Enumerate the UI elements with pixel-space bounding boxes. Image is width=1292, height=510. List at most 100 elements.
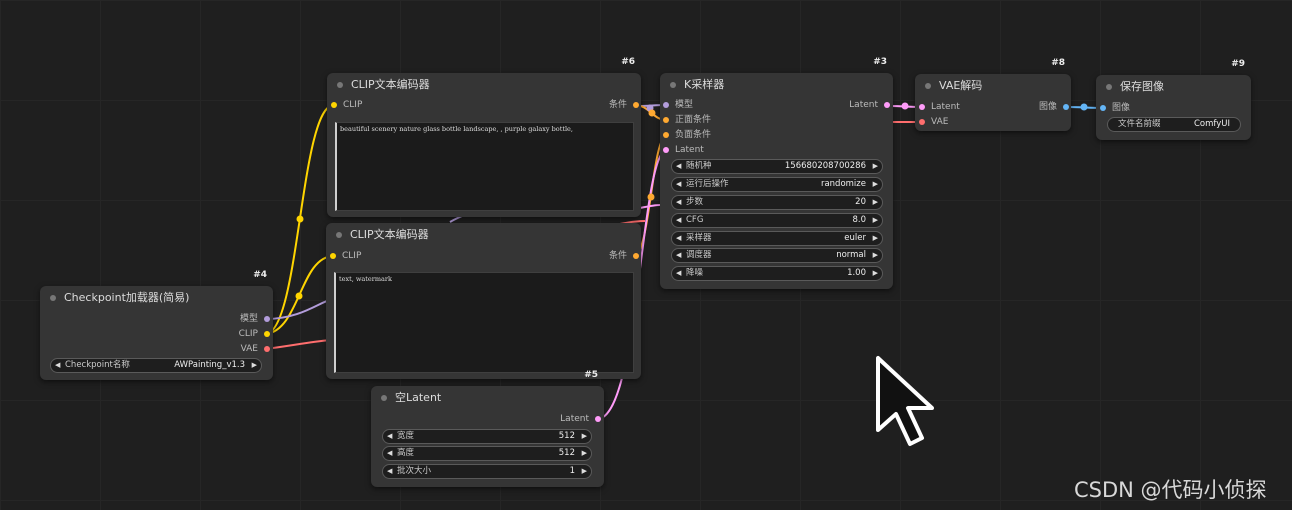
decrement-arrow-icon[interactable]: ◀ [676, 196, 681, 209]
port-dot[interactable] [919, 104, 925, 110]
input-model[interactable]: 模型 [661, 98, 693, 112]
port-dot[interactable] [663, 117, 669, 123]
output-latent[interactable]: Latent [849, 98, 892, 112]
port-label: Latent [560, 414, 589, 424]
checkpoint-name-selector[interactable]: ◀ Checkpoint名称 AWPainting_v1.3 ▶ [50, 358, 262, 373]
node-id: #8 [1051, 58, 1065, 68]
port-dot[interactable] [633, 253, 639, 259]
width-widget[interactable]: ◀ 宽度 512 ▶ [382, 429, 592, 444]
widget-label: CFG [686, 215, 704, 225]
output-conditioning[interactable]: 条件 [609, 249, 641, 263]
node-clip-text-encode-positive[interactable]: #6 CLIP文本编码器 CLIP 条件 beautiful scenery n… [327, 57, 641, 217]
widget-label: 宽度 [397, 431, 415, 441]
input-positive[interactable]: 正面条件 [661, 113, 711, 127]
decrement-arrow-icon[interactable]: ◀ [55, 359, 60, 372]
increment-arrow-icon[interactable]: ▶ [582, 430, 587, 443]
input-vae[interactable]: VAE [917, 115, 948, 129]
decrement-arrow-icon[interactable]: ◀ [676, 232, 681, 245]
seed-widget[interactable]: ◀ 随机种 156680208700286 ▶ [671, 159, 883, 174]
input-latent[interactable]: Latent [661, 143, 704, 157]
port-dot[interactable] [331, 102, 337, 108]
increment-arrow-icon[interactable]: ▶ [873, 232, 878, 245]
port-dot[interactable] [330, 253, 336, 259]
decrement-arrow-icon[interactable]: ◀ [676, 160, 681, 173]
node-title[interactable]: K采样器 [660, 73, 893, 97]
node-title[interactable]: VAE解码 [915, 74, 1071, 98]
port-dot[interactable] [1100, 105, 1106, 111]
port-dot[interactable] [919, 119, 925, 125]
output-latent[interactable]: Latent [560, 412, 603, 426]
node-empty-latent[interactable]: #5 空Latent Latent ◀ 宽度 512 ▶ ◀ 高度 512 ▶ … [371, 370, 604, 487]
wire-model-to-ksampler [265, 299, 331, 320]
decrement-arrow-icon[interactable]: ◀ [676, 178, 681, 191]
node-clip-text-encode-negative[interactable]: CLIP文本编码器 CLIP 条件 text, watermark [326, 223, 641, 379]
reroute-dot [295, 292, 303, 300]
batch-size-widget[interactable]: ◀ 批次大小 1 ▶ [382, 464, 592, 479]
port-label: VAE [931, 117, 949, 127]
decrement-arrow-icon[interactable]: ◀ [387, 430, 392, 443]
prompt-textarea[interactable]: text, watermark [334, 272, 634, 373]
port-dot[interactable] [595, 416, 601, 422]
increment-arrow-icon[interactable]: ▶ [873, 160, 878, 173]
prompt-textarea[interactable]: beautiful scenery nature glass bottle la… [335, 122, 634, 211]
control-after-generate-widget[interactable]: ◀ 运行后操作 randomize ▶ [671, 177, 883, 192]
port-dot[interactable] [884, 102, 890, 108]
increment-arrow-icon[interactable]: ▶ [873, 249, 878, 262]
increment-arrow-icon[interactable]: ▶ [582, 447, 587, 460]
node-checkpoint-loader[interactable]: #4 Checkpoint加载器(简易) 模型 CLIP VAE ◀ Check… [40, 270, 273, 380]
widget-value: euler [844, 233, 866, 243]
widget-value: 512 [558, 448, 575, 458]
widget-value: 8.0 [852, 215, 866, 225]
node-title[interactable]: CLIP文本编码器 [326, 223, 641, 247]
port-dot[interactable] [633, 102, 639, 108]
decrement-arrow-icon[interactable]: ◀ [387, 465, 392, 478]
node-title[interactable]: Checkpoint加载器(简易) [40, 286, 273, 310]
port-label: 模型 [239, 314, 258, 324]
port-dot[interactable] [264, 316, 270, 322]
denoise-widget[interactable]: ◀ 降噪 1.00 ▶ [671, 266, 883, 281]
cfg-widget[interactable]: ◀ CFG 8.0 ▶ [671, 213, 883, 228]
port-dot[interactable] [663, 132, 669, 138]
node-id: #5 [584, 370, 598, 380]
port-label: 条件 [608, 251, 627, 261]
decrement-arrow-icon[interactable]: ◀ [387, 447, 392, 460]
node-save-image[interactable]: #9 保存图像 图像 文件名前缀 ComfyUI [1096, 59, 1251, 140]
wire-vae-to-decode [265, 339, 331, 350]
output-clip[interactable]: CLIP [239, 327, 272, 341]
port-dot[interactable] [663, 147, 669, 153]
widget-label: 文件名前缀 [1118, 119, 1161, 129]
node-vae-decode[interactable]: #8 VAE解码 Latent VAE 图像 [915, 58, 1071, 131]
increment-arrow-icon[interactable]: ▶ [873, 178, 878, 191]
node-title[interactable]: CLIP文本编码器 [327, 73, 641, 97]
scheduler-widget[interactable]: ◀ 调度器 normal ▶ [671, 248, 883, 263]
filename-prefix-widget[interactable]: 文件名前缀 ComfyUI [1107, 117, 1241, 132]
increment-arrow-icon[interactable]: ▶ [582, 465, 587, 478]
input-clip[interactable]: CLIP [328, 249, 361, 263]
decrement-arrow-icon[interactable]: ◀ [676, 214, 681, 227]
widget-label: Checkpoint名称 [65, 360, 130, 370]
increment-arrow-icon[interactable]: ▶ [252, 359, 257, 372]
input-negative[interactable]: 负面条件 [661, 128, 711, 142]
output-image[interactable]: 图像 [1039, 100, 1071, 114]
port-dot[interactable] [264, 331, 270, 337]
port-dot[interactable] [1063, 104, 1069, 110]
output-model[interactable]: 模型 [240, 312, 272, 326]
port-dot[interactable] [663, 102, 669, 108]
input-clip[interactable]: CLIP [329, 98, 362, 112]
increment-arrow-icon[interactable]: ▶ [873, 267, 878, 280]
decrement-arrow-icon[interactable]: ◀ [676, 267, 681, 280]
height-widget[interactable]: ◀ 高度 512 ▶ [382, 446, 592, 461]
node-title[interactable]: 空Latent [371, 386, 604, 410]
output-vae[interactable]: VAE [241, 342, 272, 356]
increment-arrow-icon[interactable]: ▶ [873, 214, 878, 227]
node-ksampler[interactable]: #3 K采样器 模型 正面条件 负面条件 Latent Latent ◀ 随机种… [660, 57, 893, 289]
increment-arrow-icon[interactable]: ▶ [873, 196, 878, 209]
input-image[interactable]: 图像 [1098, 101, 1130, 115]
node-title[interactable]: 保存图像 [1096, 75, 1251, 99]
output-conditioning[interactable]: 条件 [609, 98, 641, 112]
sampler-widget[interactable]: ◀ 采样器 euler ▶ [671, 231, 883, 246]
input-latent[interactable]: Latent [917, 100, 960, 114]
steps-widget[interactable]: ◀ 步数 20 ▶ [671, 195, 883, 210]
decrement-arrow-icon[interactable]: ◀ [676, 249, 681, 262]
port-dot[interactable] [264, 346, 270, 352]
